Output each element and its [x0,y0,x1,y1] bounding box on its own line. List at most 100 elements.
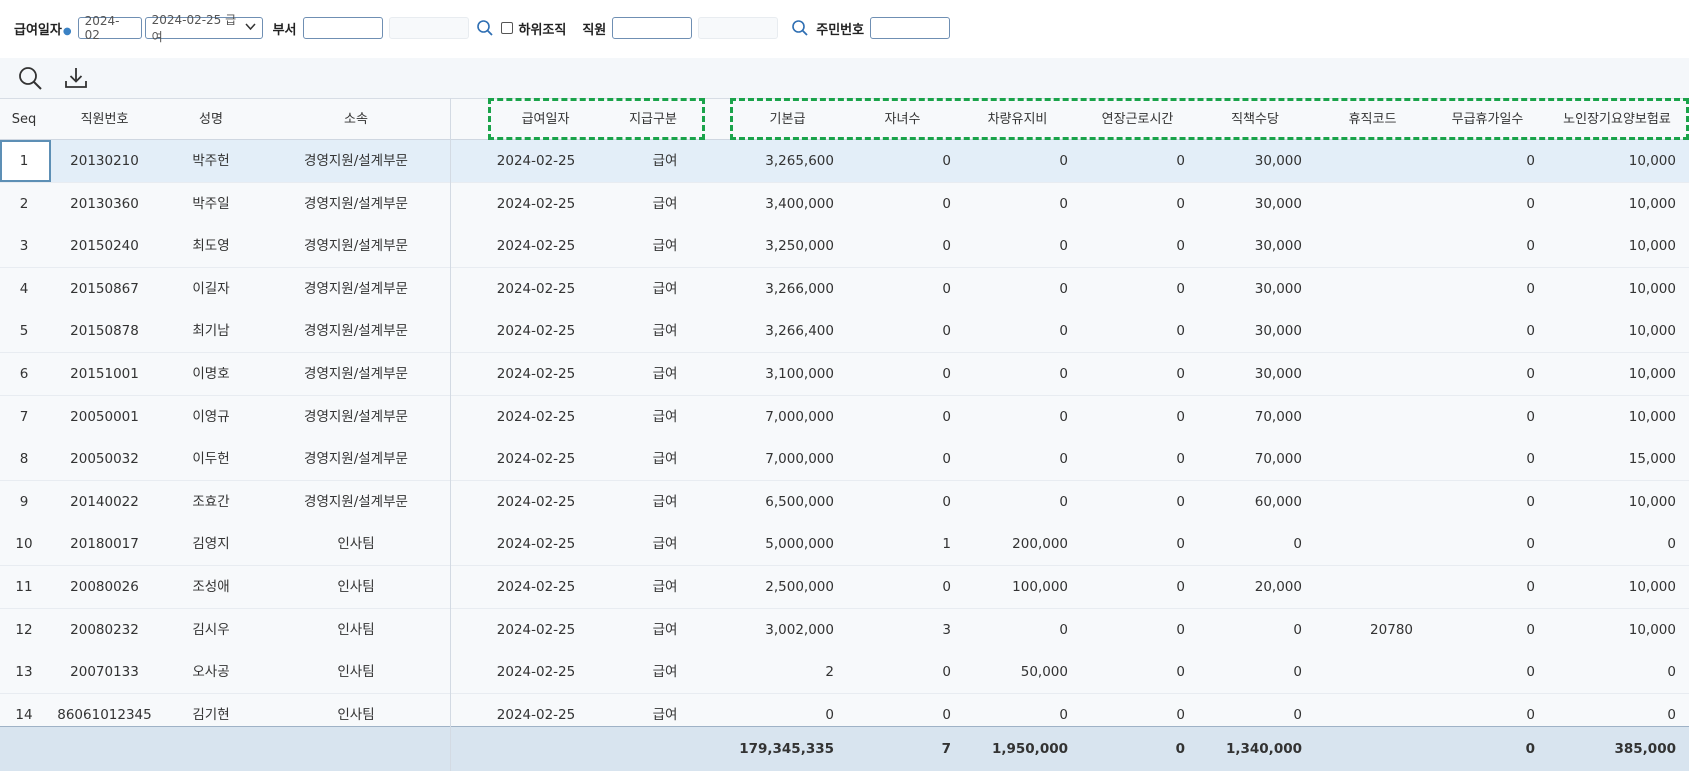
cell-department[interactable]: 인사팀 [261,523,451,565]
cell-ltc-insurance[interactable]: 10,000 [1535,268,1676,310]
cell-employee-no[interactable]: 20050032 [48,438,161,480]
cell-unpaid-leave-days[interactable]: 0 [1413,268,1535,310]
cell-position-allowance[interactable]: 30,000 [1185,225,1302,267]
cell-employee-no[interactable]: 20130210 [48,140,161,182]
column-header-position-allowance[interactable]: 직책수당 [1200,99,1310,139]
cell-unpaid-leave-days[interactable]: 0 [1413,225,1535,267]
cell-ltc-insurance[interactable]: 10,000 [1535,353,1676,395]
cell-pay-date[interactable]: 2024-02-25 [451,268,621,310]
column-header-department[interactable]: 소속 [261,99,451,139]
pay-month-input[interactable]: 2024-02 [77,14,142,42]
cell-department[interactable]: 경영지원/설계부문 [261,268,451,310]
table-row[interactable]: 12 20080232 김시우 인사팀 2024-02-25 급여 3,002,000 3 0 0… [0,608,1689,652]
cell-vehicle-allowance[interactable]: 0 [951,310,1068,352]
table-row[interactable]: 10 20180017 김영지 인사팀 2024-02-25 급여 5,000,000 1 20… [0,523,1689,567]
cell-seq[interactable]: 3 [0,225,48,267]
column-header-vehicle-allowance[interactable]: 차량유지비 [960,99,1075,139]
cell-unpaid-leave-days[interactable]: 0 [1413,140,1535,182]
cell-leave-code[interactable] [1302,481,1413,523]
cell-leave-code[interactable] [1302,566,1413,608]
cell-pay-type[interactable]: 급여 [600,438,730,480]
cell-leave-code[interactable] [1302,140,1413,182]
cell-pay-date[interactable]: 2024-02-25 [451,651,621,693]
cell-children-count[interactable]: 0 [834,353,951,395]
cell-seq[interactable]: 12 [0,609,48,651]
cell-seq[interactable]: 5 [0,310,48,352]
cell-department[interactable]: 인사팀 [261,566,451,608]
cell-pay-type[interactable]: 급여 [600,183,730,225]
column-header-ltc-insurance[interactable]: 노인장기요양보험료 [1545,99,1689,139]
cell-ltc-insurance[interactable]: 10,000 [1535,566,1676,608]
cell-overtime-hours[interactable]: 0 [1068,268,1185,310]
cell-pay-type[interactable]: 급여 [600,310,730,352]
cell-children-count[interactable]: 3 [834,609,951,651]
cell-base-pay[interactable]: 3,100,000 [730,353,834,395]
cell-ltc-insurance[interactable]: 10,000 [1535,396,1676,438]
table-row[interactable]: 8 20050032 이두헌 경영지원/설계부문 2024-02-25 급여 7,000,0… [0,438,1689,482]
cell-base-pay[interactable]: 3,266,400 [730,310,834,352]
cell-pay-type[interactable]: 급여 [600,268,730,310]
cell-pay-date[interactable]: 2024-02-25 [451,183,621,225]
cell-pay-date[interactable]: 2024-02-25 [451,225,621,267]
cell-department[interactable]: 경영지원/설계부문 [261,225,451,267]
cell-base-pay[interactable]: 7,000,000 [730,438,834,480]
table-row[interactable]: 13 20070133 오사공 인사팀 2024-02-25 급여 2 0 50,000 0 0 0 0 [0,651,1689,695]
cell-leave-code[interactable]: 20780 [1302,609,1413,651]
cell-position-allowance[interactable]: 30,000 [1185,183,1302,225]
table-row[interactable]: 1 20130210 박주헌 경영지원/설계부문 2024-02-25 급여 3,265,6… [0,140,1689,183]
cell-pay-date[interactable]: 2024-02-25 [451,396,621,438]
cell-unpaid-leave-days[interactable]: 0 [1413,438,1535,480]
cell-base-pay[interactable]: 2,500,000 [730,566,834,608]
cell-position-allowance[interactable]: 30,000 [1185,140,1302,182]
cell-leave-code[interactable] [1302,183,1413,225]
cell-leave-code[interactable] [1302,523,1413,565]
cell-unpaid-leave-days[interactable]: 0 [1413,651,1535,693]
cell-position-allowance[interactable]: 30,000 [1185,353,1302,395]
cell-children-count[interactable]: 0 [834,566,951,608]
cell-vehicle-allowance[interactable]: 0 [951,225,1068,267]
cell-seq[interactable]: 7 [0,396,48,438]
cell-department[interactable]: 경영지원/설계부문 [261,183,451,225]
cell-overtime-hours[interactable]: 0 [1068,438,1185,480]
cell-leave-code[interactable] [1302,225,1413,267]
cell-ltc-insurance[interactable]: 10,000 [1535,609,1676,651]
cell-department[interactable]: 경영지원/설계부문 [261,310,451,352]
cell-base-pay[interactable]: 5,000,000 [730,523,834,565]
cell-pay-type[interactable]: 급여 [600,481,730,523]
cell-position-allowance[interactable]: 30,000 [1185,310,1302,352]
cell-pay-type[interactable]: 급여 [600,566,730,608]
table-row[interactable]: 9 20140022 조효간 경영지원/설계부문 2024-02-25 급여 6,500,0… [0,480,1689,524]
cell-ltc-insurance[interactable]: 10,000 [1535,225,1676,267]
sub-org-checkbox[interactable] [500,22,513,34]
cell-base-pay[interactable]: 3,250,000 [730,225,834,267]
cell-seq[interactable]: 13 [0,651,48,693]
cell-seq[interactable]: 9 [0,481,48,523]
cell-department[interactable]: 경영지원/설계부문 [261,396,451,438]
cell-overtime-hours[interactable]: 0 [1068,140,1185,182]
cell-pay-date[interactable]: 2024-02-25 [451,523,621,565]
cell-name[interactable]: 이길자 [161,268,261,310]
cell-overtime-hours[interactable]: 0 [1068,609,1185,651]
table-row[interactable]: 2 20130360 박주일 경영지원/설계부문 2024-02-25 급여 3,400,0… [0,182,1689,226]
cell-children-count[interactable]: 0 [834,225,951,267]
cell-name[interactable]: 오사공 [161,651,261,693]
cell-unpaid-leave-days[interactable]: 0 [1413,523,1535,565]
cell-name[interactable]: 조효간 [161,481,261,523]
cell-children-count[interactable]: 0 [834,268,951,310]
cell-base-pay[interactable]: 3,266,000 [730,268,834,310]
cell-unpaid-leave-days[interactable]: 0 [1413,183,1535,225]
cell-vehicle-allowance[interactable]: 0 [951,481,1068,523]
cell-unpaid-leave-days[interactable]: 0 [1413,481,1535,523]
cell-base-pay[interactable]: 7,000,000 [730,396,834,438]
cell-seq[interactable]: 11 [0,566,48,608]
resident-no-input[interactable] [870,17,951,39]
cell-employee-no[interactable]: 20150878 [48,310,161,352]
cell-employee-no[interactable]: 20070133 [48,651,161,693]
cell-unpaid-leave-days[interactable]: 0 [1413,566,1535,608]
cell-vehicle-allowance[interactable]: 0 [951,353,1068,395]
cell-overtime-hours[interactable]: 0 [1068,481,1185,523]
cell-children-count[interactable]: 0 [834,438,951,480]
cell-seq[interactable]: 4 [0,268,48,310]
cell-children-count[interactable]: 1 [834,523,951,565]
column-header-seq[interactable]: Seq [0,99,48,139]
